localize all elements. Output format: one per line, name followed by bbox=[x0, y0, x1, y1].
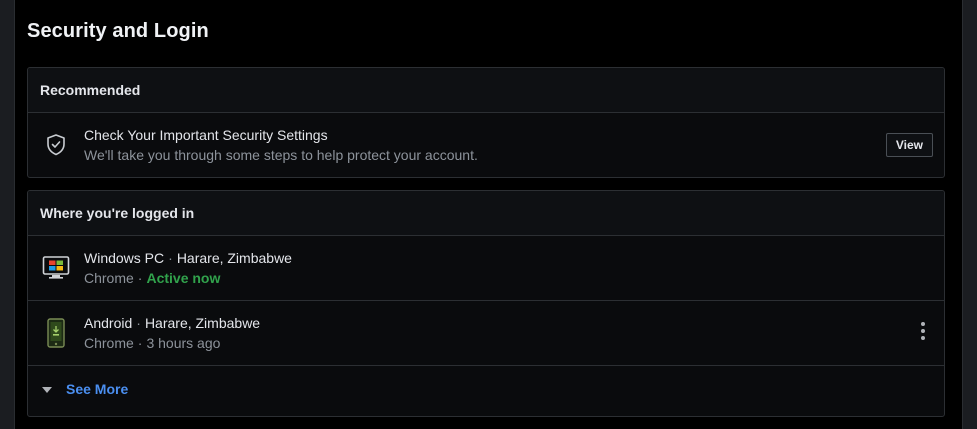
session-device: Windows PC bbox=[84, 250, 165, 266]
separator-dot: · bbox=[168, 250, 173, 266]
page-title: Security and Login bbox=[27, 20, 209, 42]
android-phone-icon bbox=[40, 317, 72, 349]
see-more-button[interactable]: See More bbox=[42, 376, 128, 402]
session-status: 3 hours ago bbox=[146, 335, 221, 351]
logged-in-header: Where you're logged in bbox=[28, 191, 944, 236]
caret-down-icon bbox=[42, 386, 52, 393]
left-frame-edge bbox=[0, 0, 15, 429]
recommended-header: Recommended bbox=[28, 68, 944, 113]
separator-dot: · bbox=[137, 335, 143, 351]
security-login-page: Security and Login Recommended Check You… bbox=[0, 0, 977, 429]
session-device: Android bbox=[84, 315, 133, 331]
security-settings-title: Check Your Important Security Settings bbox=[84, 127, 328, 143]
more-vertical-icon[interactable] bbox=[916, 320, 930, 342]
see-more-label: See More bbox=[66, 381, 129, 397]
session-location: Harare, Zimbabwe bbox=[144, 315, 261, 331]
session-row[interactable]: Android · Harare, Zimbabwe Chrome · 3 hours … bbox=[28, 301, 944, 366]
session-status-active: Active now bbox=[146, 270, 221, 286]
recommended-card: Recommended Check Your Important Securit… bbox=[27, 67, 945, 178]
separator-dot: · bbox=[137, 270, 143, 286]
right-frame-edge bbox=[962, 0, 977, 429]
view-button[interactable]: View bbox=[885, 133, 933, 157]
shield-check-icon bbox=[40, 129, 72, 161]
security-settings-row[interactable]: Check Your Important Security Settings W… bbox=[28, 113, 944, 177]
session-location: Harare, Zimbabwe bbox=[176, 250, 292, 266]
logged-in-card: Where you're logged in Windows PC · Harare… bbox=[27, 190, 945, 417]
see-more-row: See More bbox=[28, 366, 944, 416]
separator-dot: · bbox=[136, 315, 141, 331]
security-settings-subtitle: We'll take you through some steps to hel… bbox=[84, 147, 478, 163]
session-row[interactable]: Windows PC · Harare, Zimbabwe Chrome · Activ… bbox=[28, 236, 944, 301]
desktop-windows-icon bbox=[40, 252, 72, 284]
session-browser: Chrome bbox=[84, 270, 134, 286]
session-browser: Chrome bbox=[84, 335, 134, 351]
